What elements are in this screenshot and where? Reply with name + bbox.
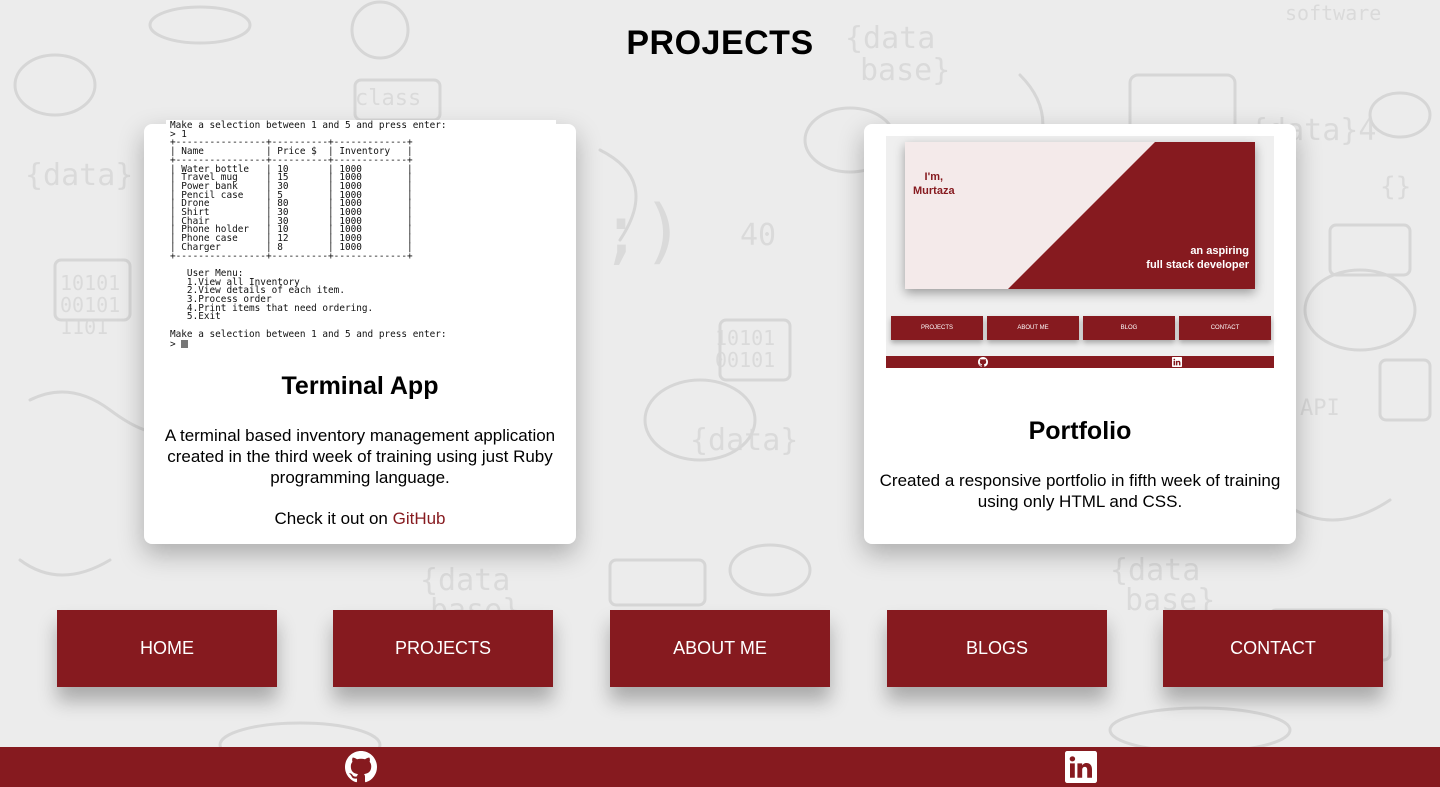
github-link-line: Check it out on GitHub <box>144 509 576 529</box>
nav-blogs-button[interactable]: BLOGS <box>887 610 1107 687</box>
linkedin-icon[interactable] <box>1065 751 1097 783</box>
mini-nav-projects: PROJECTS <box>891 316 983 340</box>
footer <box>0 747 1440 787</box>
mini-nav-about: ABOUT ME <box>987 316 1079 340</box>
svg-text:40: 40 <box>740 218 776 253</box>
svg-text:1101: 1101 <box>60 315 108 339</box>
svg-text:10101: 10101 <box>60 271 120 295</box>
terminal-app-screenshot: Make a selection between 1 and 5 and pre… <box>166 120 556 352</box>
svg-text:{}: {} <box>1380 172 1411 202</box>
linkedin-icon <box>1172 357 1182 367</box>
project-title: Terminal App <box>281 372 439 400</box>
terminal-cursor <box>181 339 189 348</box>
project-card-portfolio: I'm, Murtaza an aspiring full stack develo… <box>864 124 1296 544</box>
github-icon[interactable] <box>345 751 377 783</box>
nav-about-me-button[interactable]: ABOUT ME <box>610 610 830 687</box>
mini-nav-blog: BLOG <box>1083 316 1175 340</box>
svg-text:class: class <box>355 86 421 111</box>
svg-text:API: API <box>1300 396 1340 421</box>
nav-home-button[interactable]: HOME <box>57 610 277 687</box>
github-icon <box>978 357 988 367</box>
svg-text:software: software <box>1285 1 1381 25</box>
github-link[interactable]: GitHub <box>393 509 446 528</box>
svg-text:{data}: {data} <box>25 158 133 193</box>
svg-text:10101: 10101 <box>715 326 775 350</box>
project-title: Portfolio <box>1028 417 1132 445</box>
portfolio-screenshot: I'm, Murtaza an aspiring full stack develo… <box>886 136 1274 368</box>
svg-text:00101: 00101 <box>60 293 120 317</box>
portfolio-mini-nav: PROJECTS ABOUT ME BLOG CONTACT <box>891 316 1271 340</box>
nav-contact-button[interactable]: CONTACT <box>1163 610 1383 687</box>
nav-projects-button[interactable]: PROJECTS <box>333 610 553 687</box>
portfolio-role: an aspiring full stack developer <box>1146 245 1249 271</box>
project-card-terminal-app: Make a selection between 1 and 5 and pre… <box>144 120 576 544</box>
svg-text:;): ;) <box>600 190 684 272</box>
mini-nav-contact: CONTACT <box>1179 316 1271 340</box>
portfolio-hero: I'm, Murtaza an aspiring full stack develo… <box>905 142 1255 289</box>
page-title: PROJECTS <box>626 24 814 62</box>
link-prefix: Check it out on <box>274 509 393 528</box>
portfolio-mini-footer <box>886 356 1274 368</box>
project-description: Created a responsive portfolio in fifth … <box>879 471 1281 511</box>
portfolio-greeting: I'm, Murtaza <box>913 171 955 197</box>
svg-text:{data}: {data} <box>690 423 798 458</box>
project-description: A terminal based inventory management ap… <box>164 426 556 487</box>
svg-text:00101: 00101 <box>715 348 775 372</box>
